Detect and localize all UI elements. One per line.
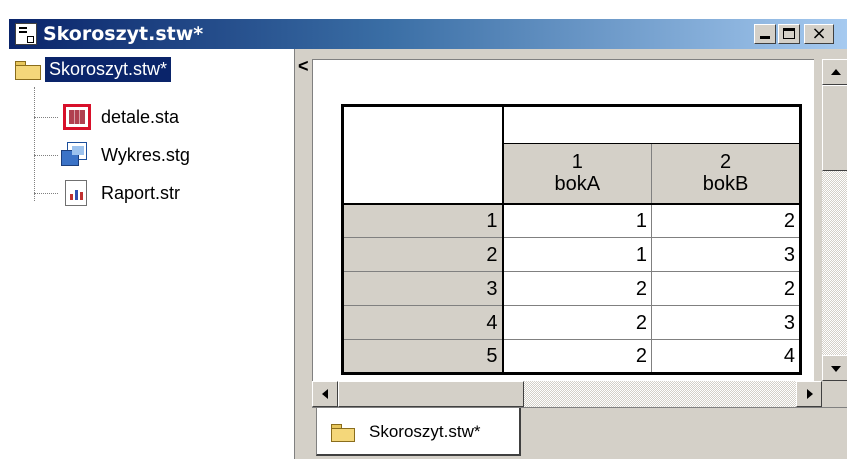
arrow-up-icon [831,69,841,75]
graph-icon [61,142,93,168]
table-row: 1 1 2 [342,203,801,238]
data-cell[interactable]: 1 [502,203,652,238]
scrollbar-corner [822,381,847,407]
minimize-icon [760,36,770,39]
row-header[interactable]: 2 [342,237,504,272]
data-cell[interactable]: 3 [651,305,801,340]
document-tab-bar: Skoroszyt.stw* [312,407,847,459]
data-cell[interactable]: 4 [651,339,801,374]
column-header-2[interactable]: 2 bokB [651,143,801,205]
table-row: 3 2 2 [342,271,801,306]
window-title: Skoroszyt.stw* [43,23,204,45]
column-number: 2 [719,151,732,174]
table-row: 5 2 4 [342,339,801,374]
table-row: 4 2 3 [342,305,801,340]
workbook-window: Skoroszyt.stw* × Skoroszyt.stw* detale.s… [8,18,847,459]
arrow-right-icon [807,389,813,399]
close-button[interactable]: × [804,24,834,44]
tree-item-label: Raport.str [101,183,181,203]
tree-connector [34,155,58,156]
arrow-down-icon [831,366,841,372]
column-number: 1 [571,151,583,174]
tree-root-label[interactable]: Skoroszyt.stw* [45,57,172,82]
data-cell[interactable]: 2 [502,305,652,340]
tab-label: Skoroszyt.stw* [369,422,481,441]
tree-connector [34,117,58,118]
table-row: 2 1 3 [342,237,801,272]
row-header[interactable]: 4 [342,305,504,340]
scroll-up-button[interactable] [822,59,847,85]
report-icon [65,180,87,206]
data-cell[interactable]: 2 [651,203,801,238]
data-cell[interactable]: 2 [502,271,652,306]
arrow-left-icon [322,389,328,399]
data-cell[interactable]: 2 [651,271,801,306]
spreadsheet-view[interactable]: 1 bokA 2 bokB 1 1 2 2 1 3 3 2 2 4 2 3 5 … [312,59,814,381]
title-bar[interactable]: Skoroszyt.stw* × [9,19,847,49]
workbook-icon[interactable] [15,23,37,45]
folder-icon [331,424,355,442]
spreadsheet-icon [63,104,91,130]
tree-connector [34,87,35,201]
tree-item-label: Wykres.stg [101,145,190,165]
vertical-scroll-thumb[interactable] [822,85,847,171]
data-grid[interactable]: 1 bokA 2 bokB 1 1 2 2 1 3 3 2 2 4 2 3 5 … [341,104,802,375]
tree-item-label: detale.sta [101,107,180,127]
horizontal-scrollbar[interactable] [312,381,822,407]
folder-open-icon [15,61,41,80]
column-header-1[interactable]: 1 bokA [502,143,652,205]
column-name: bokA [554,173,601,196]
grid-title-cell[interactable] [502,105,801,144]
collapse-pane-button[interactable]: < [298,57,309,75]
workbook-tree[interactable]: Skoroszyt.stw* detale.sta Wykres.stg Rap… [9,49,295,459]
grid-corner-cell[interactable] [342,105,504,205]
data-cell[interactable]: 3 [651,237,801,272]
row-header[interactable]: 5 [342,339,504,374]
scroll-right-button[interactable] [796,381,822,407]
scroll-down-button[interactable] [822,355,847,381]
column-name: bokB [702,173,749,196]
minimize-button[interactable] [754,24,776,44]
row-header[interactable]: 1 [342,203,504,238]
maximize-icon [783,28,795,39]
close-icon: × [811,23,827,44]
scroll-left-button[interactable] [312,381,338,407]
tree-connector [34,193,58,194]
tab-skoroszyt[interactable]: Skoroszyt.stw* [316,408,521,456]
maximize-button[interactable] [778,24,800,44]
data-cell[interactable]: 2 [502,339,652,374]
row-header[interactable]: 3 [342,271,504,306]
horizontal-scroll-thumb[interactable] [338,381,524,407]
data-cell[interactable]: 1 [502,237,652,272]
vertical-scrollbar[interactable] [822,59,847,381]
